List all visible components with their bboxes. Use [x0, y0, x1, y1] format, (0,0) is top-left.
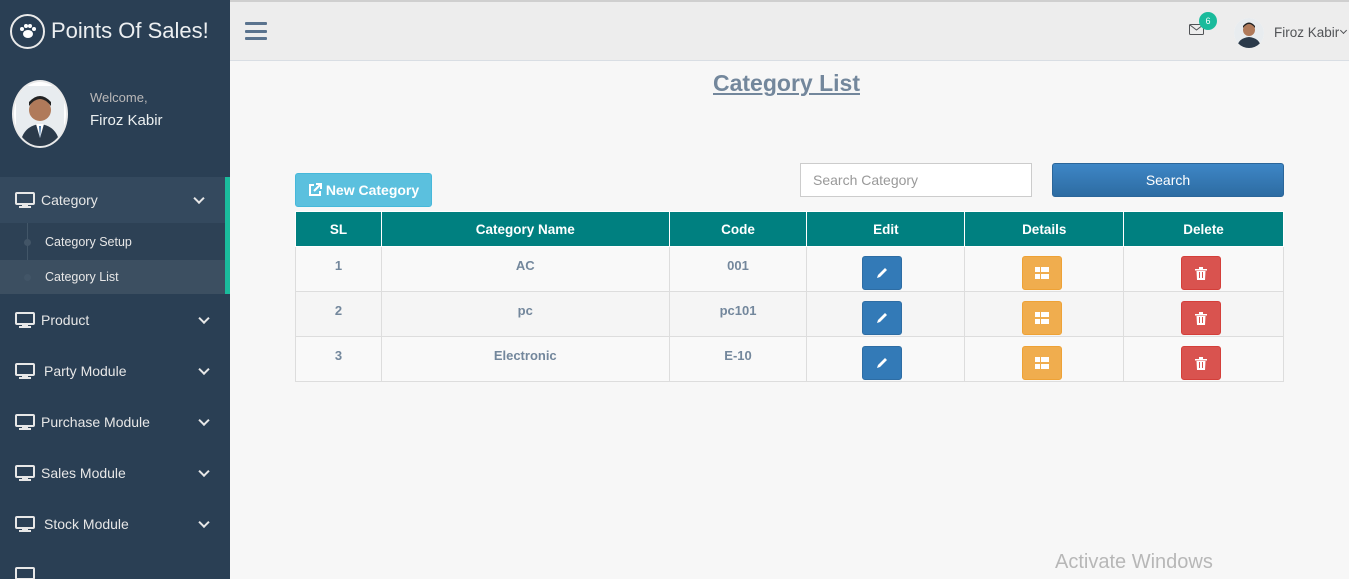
- user-avatar[interactable]: [1234, 18, 1264, 48]
- table-row: 1 AC 001: [295, 246, 1284, 292]
- sidebar-item-label: Category: [41, 192, 98, 208]
- welcome-text: Welcome,: [90, 90, 148, 105]
- table-header-row: SL Category Name Code Edit Details Delet…: [295, 211, 1284, 247]
- th-list-icon: [1035, 267, 1050, 279]
- sidebar-item-stock-module[interactable]: Stock Module: [0, 498, 230, 549]
- search-category-input[interactable]: [800, 163, 1032, 197]
- user-menu-name[interactable]: Firoz Kabir: [1274, 25, 1339, 40]
- sidebar-item-label: Category Setup: [45, 234, 132, 249]
- cell-code: 001: [668, 246, 808, 292]
- brand-title: Points Of Sales!: [51, 18, 209, 43]
- trash-icon: [1194, 266, 1207, 280]
- notification-badge: 6: [1199, 12, 1217, 30]
- sidebar-item-party-module[interactable]: Party Module: [0, 345, 230, 396]
- details-button[interactable]: [1022, 256, 1063, 290]
- cell-code: pc101: [668, 291, 808, 337]
- sidebar-item-label: Product: [41, 311, 90, 328]
- cell-code: E-10: [668, 336, 808, 382]
- edit-button[interactable]: [861, 346, 902, 380]
- desktop-icon: [15, 311, 35, 328]
- trash-icon: [1194, 311, 1207, 325]
- new-category-button[interactable]: New Category: [295, 173, 432, 207]
- cell-sl: 1: [295, 246, 382, 292]
- col-header-code: Code: [668, 211, 808, 247]
- desktop-icon: [15, 192, 35, 208]
- sidebar-item-label: Purchase Module: [41, 413, 150, 430]
- delete-button[interactable]: [1180, 301, 1221, 335]
- chevron-down-icon: [198, 465, 210, 477]
- edit-button[interactable]: [861, 301, 902, 335]
- menu-toggle-icon[interactable]: [245, 22, 267, 40]
- sidebar-item-sales-module[interactable]: Sales Module: [0, 447, 230, 498]
- chevron-down-icon: [198, 414, 210, 426]
- chevron-down-icon: [198, 312, 210, 324]
- page-title: Category List: [713, 70, 860, 96]
- col-header-sl: SL: [295, 211, 382, 247]
- desktop-icon: [15, 515, 35, 532]
- desktop-icon: [15, 566, 35, 579]
- col-header-category-name: Category Name: [380, 211, 670, 247]
- activate-windows-watermark: Activate Windows: [1055, 551, 1213, 573]
- details-button[interactable]: [1022, 301, 1063, 335]
- sidebar-item-label: Party Module: [44, 362, 127, 379]
- profile-name: Firoz Kabir: [90, 112, 163, 129]
- edit-button[interactable]: [861, 256, 902, 290]
- table-row: 3 Electronic E-10: [295, 336, 1284, 382]
- sidebar-item-category-setup[interactable]: Category Setup: [0, 223, 225, 260]
- sidebar-item-category-list[interactable]: Category List: [0, 260, 225, 294]
- sidebar-item-product[interactable]: Product: [0, 294, 230, 345]
- details-button[interactable]: [1022, 346, 1063, 380]
- th-list-icon: [1035, 357, 1050, 369]
- chevron-down-icon: [198, 363, 210, 375]
- col-header-edit: Edit: [806, 211, 966, 247]
- pencil-icon: [876, 268, 887, 278]
- external-link-icon: [308, 183, 322, 196]
- sidebar: Points Of Sales! Welcome, Firoz Kabir Ca…: [0, 0, 230, 579]
- cell-sl: 3: [295, 336, 382, 382]
- col-header-delete: Delete: [1123, 211, 1284, 247]
- side-menu: Category Category Setup Category List Pr…: [0, 177, 230, 579]
- col-header-details: Details: [964, 211, 1125, 247]
- sidebar-item-label: Sales Module: [41, 464, 126, 481]
- sidebar-item-label: Category List: [45, 270, 119, 284]
- pencil-icon: [876, 358, 887, 368]
- delete-button[interactable]: [1180, 256, 1221, 290]
- profile: Welcome, Firoz Kabir: [0, 62, 230, 177]
- top-navbar: 6 Firoz Kabir: [230, 0, 1349, 61]
- chevron-down-icon: [198, 516, 210, 528]
- sidebar-item-more[interactable]: [0, 549, 230, 579]
- category-submenu: Category Setup Category List: [0, 223, 230, 294]
- pencil-icon: [876, 313, 887, 323]
- paw-icon: [10, 13, 45, 49]
- brand[interactable]: Points Of Sales!: [0, 0, 230, 62]
- th-list-icon: [1035, 312, 1050, 324]
- chevron-down-icon[interactable]: [1339, 26, 1348, 35]
- desktop-icon: [15, 362, 35, 379]
- new-category-label: New Category: [325, 182, 420, 198]
- sidebar-item-purchase-module[interactable]: Purchase Module: [0, 396, 230, 447]
- cell-sl: 2: [295, 291, 382, 337]
- cell-category-name: pc: [380, 291, 670, 337]
- cell-category-name: AC: [380, 246, 670, 292]
- category-table: SL Category Name Code Edit Details Delet…: [295, 211, 1284, 382]
- table-row: 2 pc pc101: [295, 291, 1284, 337]
- sidebar-item-label: Stock Module: [44, 515, 129, 532]
- desktop-icon: [15, 464, 35, 481]
- trash-icon: [1194, 356, 1207, 370]
- avatar: [12, 80, 68, 148]
- delete-button[interactable]: [1180, 346, 1221, 380]
- desktop-icon: [15, 413, 35, 430]
- chevron-down-icon: [193, 192, 205, 205]
- search-button[interactable]: Search: [1052, 163, 1284, 197]
- sidebar-item-category[interactable]: Category: [0, 177, 230, 223]
- cell-category-name: Electronic: [380, 336, 670, 382]
